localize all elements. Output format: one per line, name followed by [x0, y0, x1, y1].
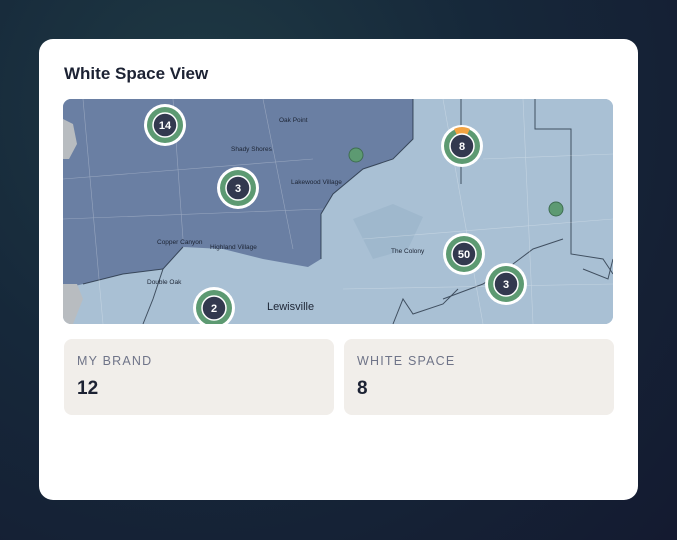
- place-label: Highland Village: [210, 244, 257, 251]
- place-label: Shady Shores: [231, 146, 273, 153]
- cluster-marker[interactable]: 8: [441, 125, 483, 167]
- white-space-card: White Space View Oak Point Shady Shores …: [39, 39, 638, 500]
- place-label: Lewisville: [267, 301, 314, 313]
- cluster-marker[interactable]: 14: [144, 104, 186, 146]
- stat-label: MY BRAND: [77, 354, 153, 368]
- stat-label: WHITE SPACE: [357, 354, 456, 368]
- location-marker[interactable]: [348, 147, 364, 163]
- cluster-count: 3: [235, 183, 241, 195]
- cluster-count: 50: [458, 249, 470, 261]
- white-space-stat: WHITE SPACE 8: [344, 339, 614, 415]
- place-label: The Colony: [391, 248, 425, 255]
- stat-value: 12: [77, 378, 99, 399]
- cluster-count: 2: [211, 303, 217, 315]
- cluster-count: 14: [159, 120, 172, 132]
- place-label: Copper Canyon: [157, 239, 203, 246]
- my-brand-stat: MY BRAND 12: [64, 339, 334, 415]
- location-marker[interactable]: [548, 201, 564, 217]
- map-view[interactable]: Oak Point Shady Shores Lakewood Village …: [63, 99, 613, 324]
- cluster-marker[interactable]: 3: [217, 167, 259, 209]
- cluster-count: 8: [459, 141, 465, 153]
- cluster-count: 3: [503, 279, 509, 291]
- place-label: Lakewood Village: [291, 179, 342, 186]
- cluster-marker[interactable]: 3: [485, 263, 527, 305]
- place-label: Double Oak: [147, 279, 182, 286]
- cluster-marker[interactable]: 50: [443, 233, 485, 275]
- stat-value: 8: [357, 378, 368, 399]
- place-label: Oak Point: [279, 117, 308, 124]
- card-title: White Space View: [64, 64, 209, 83]
